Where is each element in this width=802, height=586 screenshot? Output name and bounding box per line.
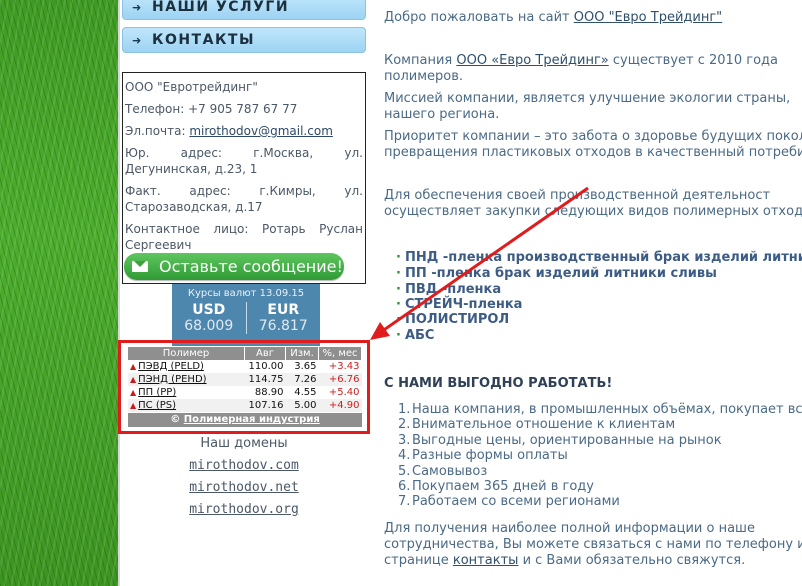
contact-person: Контактное лицо: Ротарь Руслан Сергеевич xyxy=(125,222,363,252)
list-item: 6. Покупаем 365 дней в году xyxy=(398,479,594,494)
p1-company-link[interactable]: ООО «Евро Трейдинг» xyxy=(456,53,608,68)
domains-block: Наш домены mirothodov.com mirothodov.net… xyxy=(122,436,366,521)
closing-rest: и с Вами обязательно свяжутся. xyxy=(522,553,746,568)
eur-value: 76.817 xyxy=(258,318,308,334)
highlight-box xyxy=(118,340,370,434)
legal-address: Юр. адрес: г.Москва, ул. Дегунинская, д.… xyxy=(125,146,363,176)
domains-title: Наш домены xyxy=(200,436,288,451)
arrow-shaft xyxy=(377,186,589,336)
domain-link[interactable]: mirothodov.org xyxy=(122,499,366,521)
menu-item-label: КОНТАКТЫ xyxy=(152,32,255,48)
grass-background xyxy=(0,0,118,586)
p1-rest: существует с 2010 года xyxy=(612,53,778,68)
company-email-row: Эл.почта: mirothodov@gmail.com xyxy=(125,123,363,139)
arrow-right-icon: ➜ xyxy=(132,0,142,14)
closing-line1: Для получения наиболее полной информации… xyxy=(384,521,755,536)
list-item: 5. Самовывоз xyxy=(398,464,488,479)
domain-link[interactable]: mirothodov.net xyxy=(122,477,366,499)
p1-prefix: Компания xyxy=(384,53,453,68)
list-item: 4. Разные формы оплаты xyxy=(398,448,568,463)
p3-line2: превращения пластиковых отходов в качест… xyxy=(384,145,802,160)
envelope-icon xyxy=(132,261,148,272)
usd-value: 68.009 xyxy=(184,318,234,334)
eur-label: EUR xyxy=(267,302,300,318)
currency-rates-widget: Курсы валют 13.09.15 USD 68.009 EUR 76.8… xyxy=(172,284,320,346)
list-item: 3. Выгодные цены, ориентированные на рыно… xyxy=(398,433,722,448)
email-link[interactable]: mirothodov@gmail.com xyxy=(189,124,333,138)
list-item: 1. Наша компания, в промышленных объёмах,… xyxy=(398,402,802,417)
benefits-title: С НАМИ ВЫГОДНО РАБОТАТЬ! xyxy=(384,376,613,391)
closing-line3: странице контакты и с Вами обязательно с… xyxy=(384,553,745,569)
welcome-prefix: Добро пожаловать на сайт xyxy=(384,10,570,25)
contacts-link[interactable]: контакты xyxy=(453,553,519,568)
p1-line1: Компания ООО «Евро Трейдинг» существует … xyxy=(384,53,778,69)
leave-message-label: Оставьте сообщение! xyxy=(159,257,343,276)
usd-label: USD xyxy=(192,302,226,318)
p2-line2: нашего региона. xyxy=(384,107,500,122)
p2-line1: Миссией компании, является улучшение эко… xyxy=(384,91,791,106)
list-item: 7. Работаем со всеми регионами xyxy=(398,494,620,509)
p1-line2: полимеров. xyxy=(384,69,464,84)
closing-line2: сотрудничества, Вы можете связаться с на… xyxy=(384,537,802,552)
list-item: 2. Внимательное отношение к клиентам xyxy=(398,417,676,432)
company-phone: Телефон: +7 905 787 67 77 xyxy=(125,102,298,116)
closing-prefix: странице xyxy=(384,553,449,568)
menu-item-label: НАШИ УСЛУГИ xyxy=(152,0,290,15)
leave-message-button[interactable]: Оставьте сообщение! xyxy=(124,253,344,280)
menu-item-services[interactable]: ➜ НАШИ УСЛУГИ xyxy=(122,0,366,20)
welcome-link[interactable]: ООО "Евро Трейдинг" xyxy=(574,10,722,25)
domain-link[interactable]: mirothodov.com xyxy=(122,455,366,477)
rates-title: Курсы валют 13.09.15 xyxy=(187,288,305,299)
welcome-line: Добро пожаловать на сайт ООО "Евро Трейд… xyxy=(384,10,722,26)
arrow-right-icon: ➜ xyxy=(132,33,142,47)
arrow-head-icon xyxy=(370,322,390,340)
menu-item-contacts[interactable]: ➜ КОНТАКТЫ xyxy=(122,27,366,53)
company-name: ООО "Евротрейдинг" xyxy=(125,80,258,94)
actual-address: Факт. адрес: г.Кимры, ул. Старозаводская… xyxy=(125,184,363,214)
email-label: Эл.почта: xyxy=(125,124,186,138)
p3-line1: Приоритет компании – это забота о здоров… xyxy=(384,129,802,144)
red-arrow-annotation xyxy=(370,186,589,340)
